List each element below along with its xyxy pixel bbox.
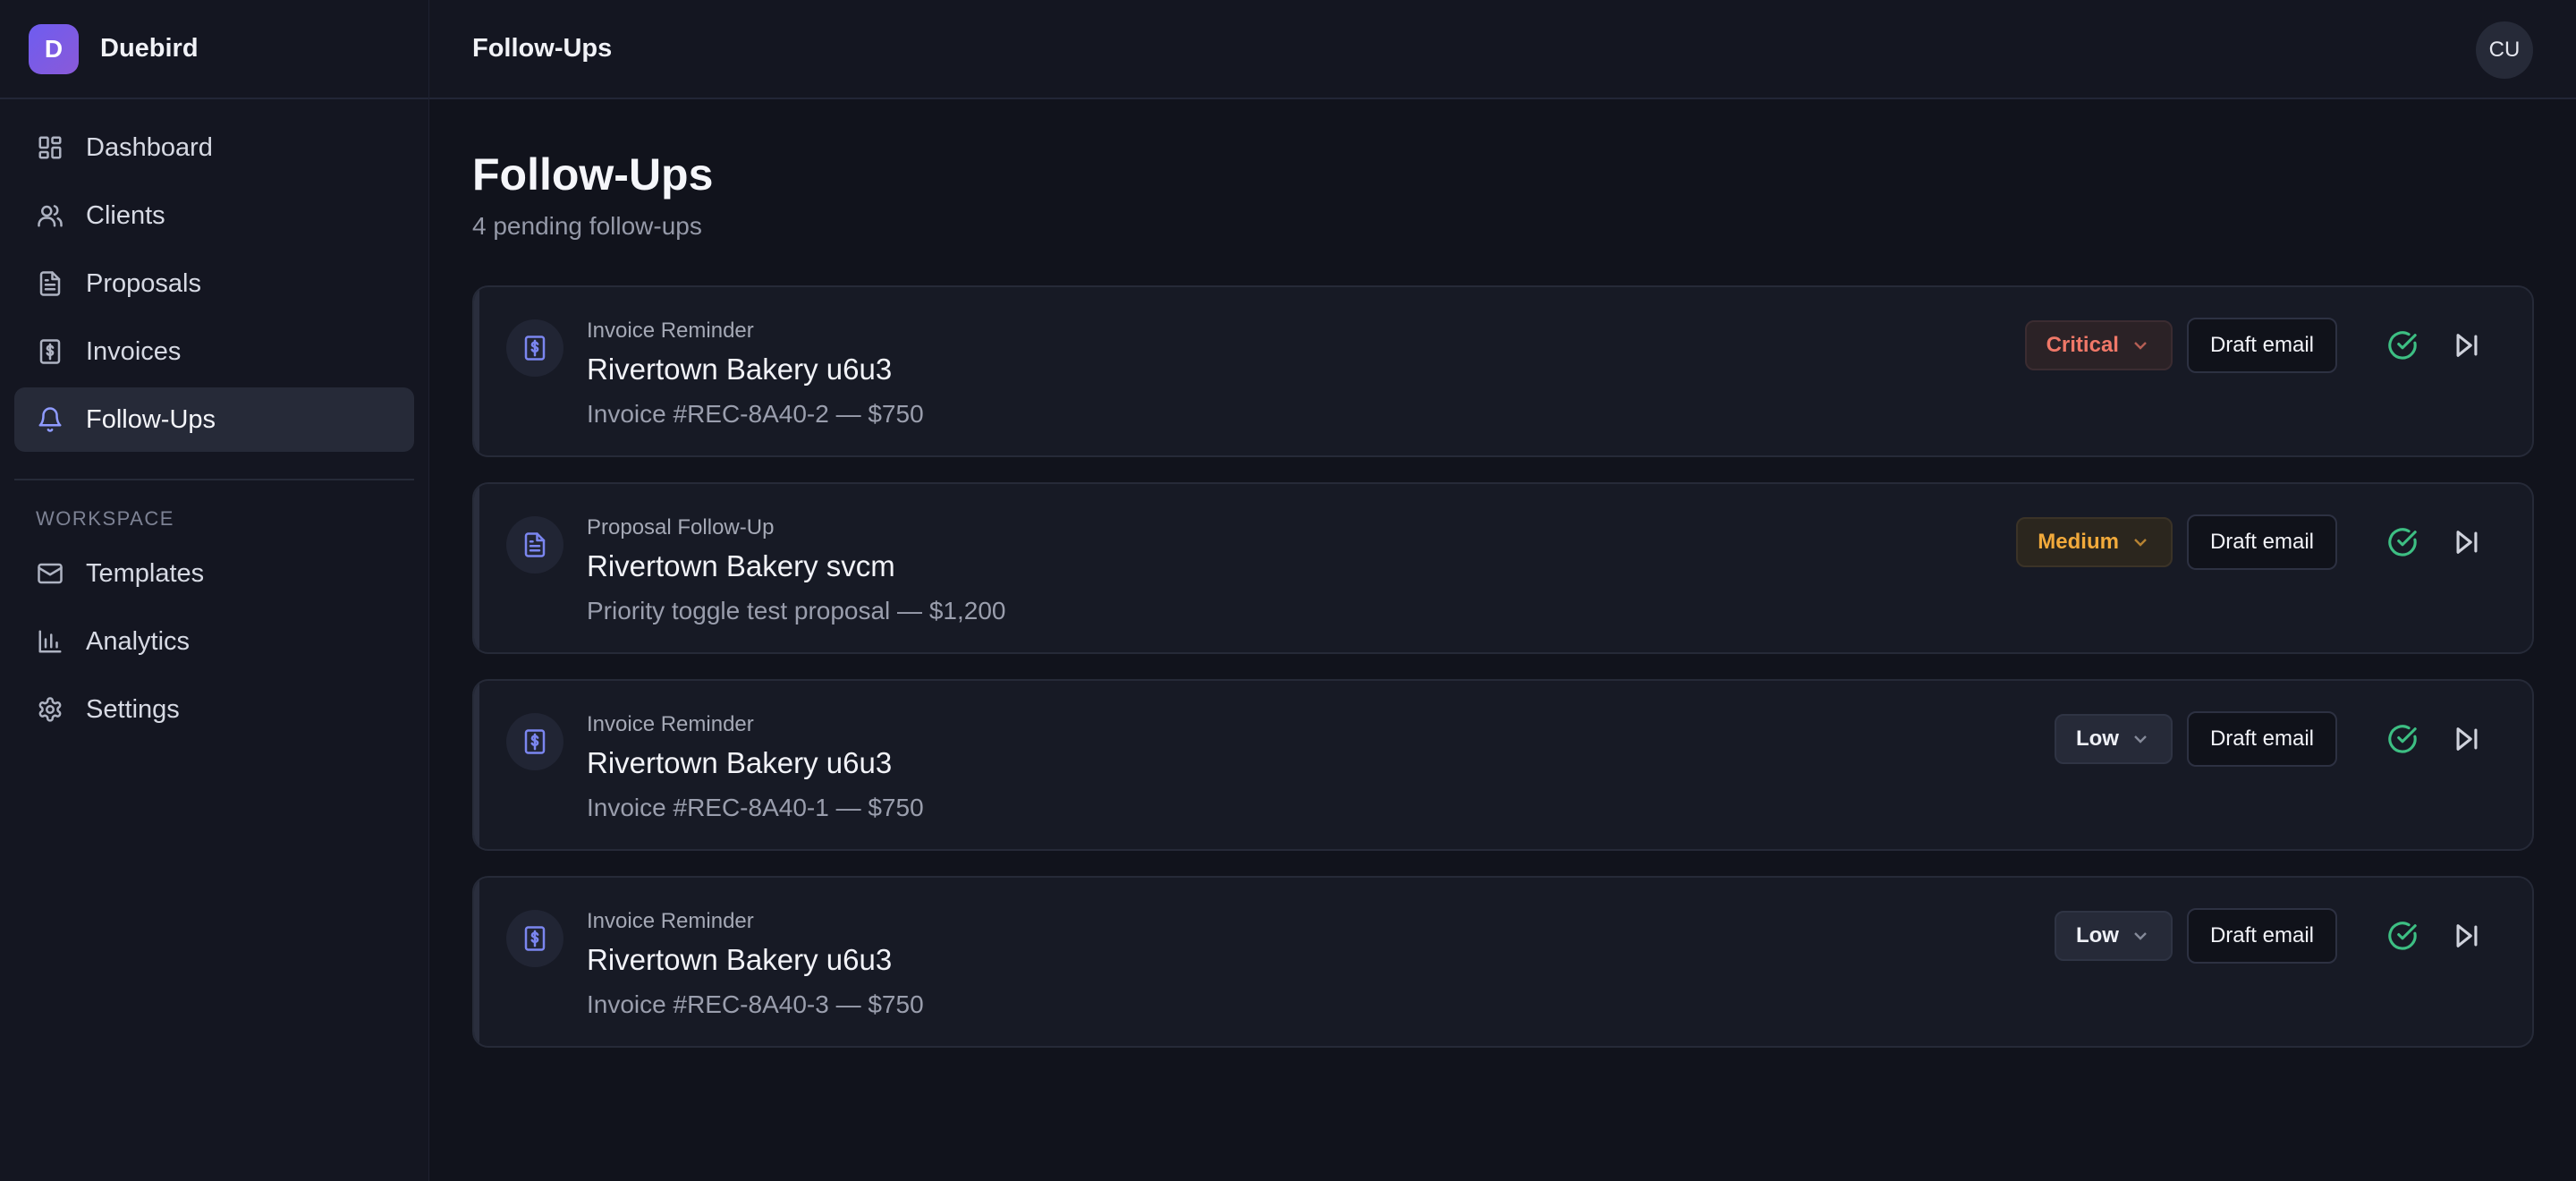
- sidebar-item-proposals[interactable]: Proposals: [14, 251, 414, 316]
- draft-email-button[interactable]: Draft email: [2186, 318, 2337, 373]
- draft-email-button[interactable]: Draft email: [2186, 908, 2337, 964]
- chevron-down-icon: [2130, 728, 2151, 750]
- draft-email-button[interactable]: Draft email: [2186, 514, 2337, 570]
- brand[interactable]: D Duebird: [0, 0, 428, 99]
- followup-kind: Invoice Reminder: [587, 319, 754, 343]
- sidebar-item-follow-ups[interactable]: Follow-Ups: [14, 387, 414, 452]
- nav-divider: [14, 479, 414, 480]
- priority-select[interactable]: Low: [2054, 911, 2173, 961]
- app-logo: D: [29, 23, 79, 74]
- sidebar-item-label: Follow-Ups: [86, 404, 216, 434]
- followup-client: Rivertown Bakery u6u3: [587, 746, 893, 779]
- sidebar-item-label: Proposals: [86, 268, 201, 298]
- chevron-down-icon: [2130, 335, 2151, 356]
- sidebar-item-settings[interactable]: Settings: [14, 677, 414, 742]
- draft-email-button[interactable]: Draft email: [2186, 711, 2337, 767]
- followup-actions: Medium Draft email: [2016, 514, 2489, 570]
- followup-actions: Critical Draft email: [2024, 318, 2489, 373]
- bell-icon: [36, 405, 64, 434]
- sidebar-item-label: Clients: [86, 200, 165, 230]
- followup-text: Invoice Reminder Rivertown Bakery u6u3 I…: [587, 908, 924, 1021]
- followup-text: Invoice Reminder Rivertown Bakery u6u3 I…: [587, 711, 924, 824]
- bar-chart-icon: [36, 627, 64, 656]
- main-nav: Dashboard Clients Proposals Invoices Fol…: [0, 99, 428, 452]
- file-text-icon: [36, 269, 64, 298]
- sidebar-item-label: Settings: [86, 694, 180, 724]
- followup-text: Proposal Follow-Up Rivertown Bakery svcm…: [587, 514, 1005, 627]
- nav-section-label: WORKSPACE: [36, 507, 174, 530]
- chevron-down-icon: [2130, 925, 2151, 947]
- sidebar-item-templates[interactable]: Templates: [14, 541, 414, 606]
- followup-description: Invoice #REC-8A40-1 — $750: [587, 794, 924, 821]
- followup-card[interactable]: Invoice Reminder Rivertown Bakery u6u3 I…: [472, 876, 2534, 1048]
- sidebar-item-analytics[interactable]: Analytics: [14, 609, 414, 674]
- sidebar: D Duebird Dashboard Clients Proposals In…: [0, 0, 429, 1181]
- receipt-icon: [506, 910, 564, 967]
- receipt-icon: [36, 337, 64, 366]
- followup-card[interactable]: Invoice Reminder Rivertown Bakery u6u3 I…: [472, 679, 2534, 851]
- followup-card[interactable]: Invoice Reminder Rivertown Bakery u6u3 I…: [472, 285, 2534, 457]
- app-name: Duebird: [100, 34, 199, 63]
- followup-description: Invoice #REC-8A40-3 — $750: [587, 990, 924, 1018]
- gear-icon: [36, 695, 64, 724]
- sidebar-item-label: Templates: [86, 558, 205, 588]
- chevron-down-icon: [2130, 531, 2151, 553]
- workspace-nav: Templates Analytics Settings: [0, 541, 428, 742]
- receipt-icon: [506, 319, 564, 377]
- mark-done-icon[interactable]: [2380, 520, 2425, 565]
- skip-icon[interactable]: [2445, 323, 2489, 368]
- priority-label: Low: [2075, 726, 2119, 751]
- priority-label: Low: [2075, 923, 2119, 947]
- receipt-icon: [506, 713, 564, 770]
- followup-description: Priority toggle test proposal — $1,200: [587, 597, 1006, 624]
- main-content: Follow-Ups 4 pending follow-ups Invoice …: [472, 99, 2534, 1073]
- sidebar-item-invoices[interactable]: Invoices: [14, 319, 414, 384]
- avatar[interactable]: CU: [2476, 21, 2533, 79]
- priority-label: Critical: [2046, 333, 2119, 357]
- followup-actions: Low Draft email: [2054, 711, 2489, 767]
- sidebar-item-label: Analytics: [86, 626, 191, 656]
- topbar-title: Follow-Ups: [472, 34, 613, 63]
- skip-icon[interactable]: [2445, 520, 2489, 565]
- followup-card[interactable]: Proposal Follow-Up Rivertown Bakery svcm…: [472, 482, 2534, 654]
- skip-icon[interactable]: [2445, 717, 2489, 761]
- followup-kind: Invoice Reminder: [587, 909, 754, 933]
- page-title: Follow-Ups: [472, 149, 714, 200]
- sidebar-item-clients[interactable]: Clients: [14, 183, 414, 248]
- sidebar-item-label: Invoices: [86, 336, 182, 366]
- priority-select[interactable]: Medium: [2016, 517, 2173, 567]
- page-subtitle: 4 pending follow-ups: [472, 212, 702, 240]
- mail-icon: [36, 559, 64, 588]
- followup-description: Invoice #REC-8A40-2 — $750: [587, 400, 924, 428]
- priority-select[interactable]: Low: [2054, 714, 2173, 764]
- followup-actions: Low Draft email: [2054, 908, 2489, 964]
- file-text-icon: [506, 516, 564, 574]
- mark-done-icon[interactable]: [2380, 717, 2425, 761]
- topbar: Follow-Ups CU: [429, 0, 2576, 99]
- followup-client: Rivertown Bakery u6u3: [587, 943, 893, 976]
- followup-kind: Proposal Follow-Up: [587, 515, 775, 540]
- followup-client: Rivertown Bakery u6u3: [587, 353, 893, 386]
- sidebar-item-dashboard[interactable]: Dashboard: [14, 115, 414, 180]
- followup-kind: Invoice Reminder: [587, 712, 754, 736]
- priority-select[interactable]: Critical: [2024, 320, 2173, 370]
- sidebar-item-label: Dashboard: [86, 132, 213, 162]
- mark-done-icon[interactable]: [2380, 323, 2425, 368]
- dashboard-icon: [36, 133, 64, 162]
- skip-icon[interactable]: [2445, 913, 2489, 958]
- priority-label: Medium: [2038, 530, 2119, 554]
- users-icon: [36, 201, 64, 230]
- mark-done-icon[interactable]: [2380, 913, 2425, 958]
- followup-client: Rivertown Bakery svcm: [587, 549, 895, 582]
- followup-text: Invoice Reminder Rivertown Bakery u6u3 I…: [587, 318, 924, 430]
- followup-list: Invoice Reminder Rivertown Bakery u6u3 I…: [472, 285, 2534, 1048]
